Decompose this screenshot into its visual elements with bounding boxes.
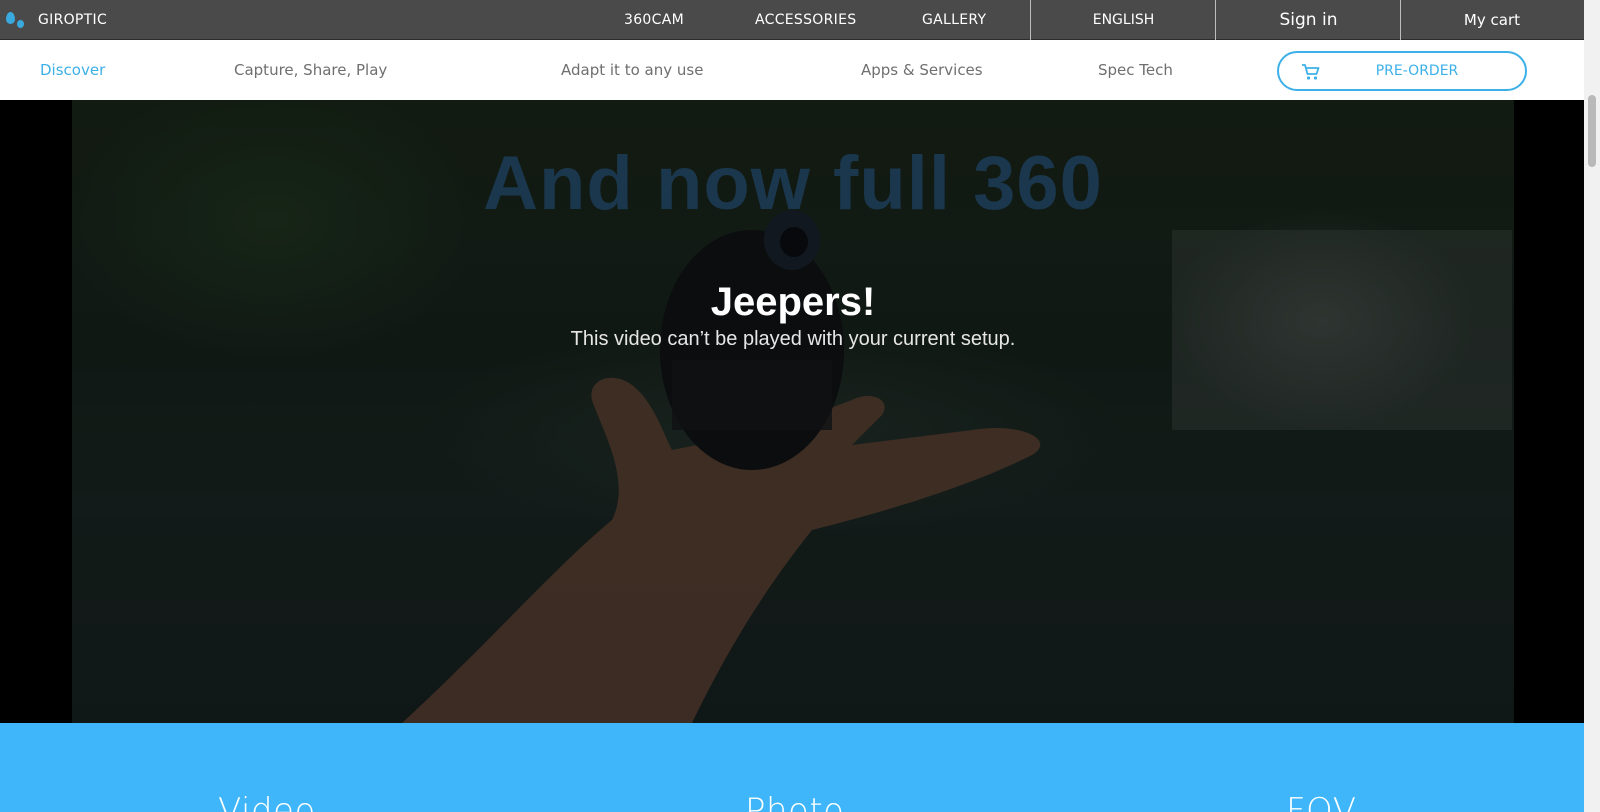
tab-discover[interactable]: Discover bbox=[40, 40, 105, 100]
feature-photo: Photo bbox=[745, 791, 845, 812]
nav-accessories[interactable]: ACCESSORIES bbox=[755, 0, 856, 40]
feature-video: Video bbox=[218, 791, 316, 812]
scrollbar-thumb[interactable] bbox=[1588, 95, 1596, 167]
language-selector[interactable]: ENGLISH bbox=[1030, 0, 1216, 40]
tab-apps-services[interactable]: Apps & Services bbox=[861, 40, 983, 100]
page-scrollbar[interactable] bbox=[1584, 0, 1600, 812]
pre-order-button[interactable]: PRE-ORDER bbox=[1277, 51, 1527, 91]
feature-fov: FOV bbox=[1286, 791, 1357, 812]
nav-gallery[interactable]: GALLERY bbox=[922, 0, 986, 40]
tab-spec-tech[interactable]: Spec Tech bbox=[1098, 40, 1173, 100]
video-error-message: This video can’t be played with your cur… bbox=[570, 328, 1016, 350]
brand-logo[interactable]: GIROPTIC bbox=[4, 0, 107, 40]
hero-background-image: And now full 360 Jeepers! This video can… bbox=[72, 100, 1514, 723]
sign-in-link[interactable]: Sign in bbox=[1215, 0, 1401, 40]
nav-360cam[interactable]: 360CAM bbox=[624, 0, 684, 40]
tab-capture-share-play[interactable]: Capture, Share, Play bbox=[234, 40, 387, 100]
my-cart-link[interactable]: My cart bbox=[1400, 0, 1584, 40]
video-error-title: Jeepers! bbox=[710, 280, 876, 324]
top-bar: GIROPTIC 360CAM ACCESSORIES GALLERY ENGL… bbox=[0, 0, 1584, 40]
hero-video[interactable]: And now full 360 Jeepers! This video can… bbox=[0, 100, 1584, 723]
hero-title: And now full 360 bbox=[483, 141, 1103, 226]
pre-order-label: PRE-ORDER bbox=[1375, 63, 1459, 79]
brand-name: GIROPTIC bbox=[38, 12, 108, 28]
features-band: Video Photo FOV bbox=[0, 723, 1584, 812]
section-nav: Discover Capture, Share, Play Adapt it t… bbox=[0, 40, 1584, 100]
tab-adapt-it[interactable]: Adapt it to any use bbox=[561, 40, 703, 100]
giroptic-logo-icon bbox=[4, 8, 28, 32]
